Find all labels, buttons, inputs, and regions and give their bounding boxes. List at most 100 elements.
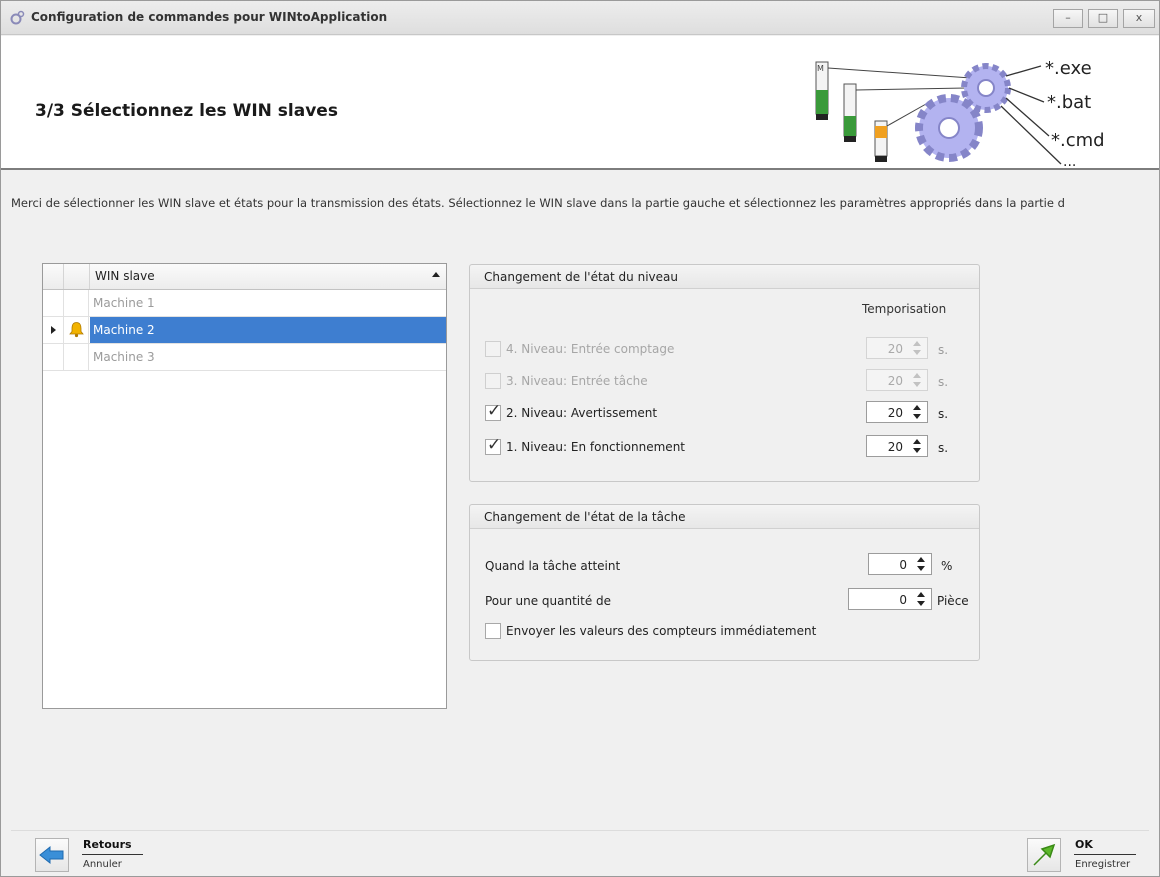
checkbox-box[interactable] bbox=[485, 373, 501, 389]
spin-up-icon[interactable] bbox=[913, 405, 921, 410]
spinner-value: 0 bbox=[899, 558, 907, 572]
option-label: 1. Niveau: En fonctionnement bbox=[506, 440, 686, 454]
spin-down-icon[interactable] bbox=[917, 566, 925, 571]
checkbox-box[interactable]: ✓ bbox=[485, 436, 501, 455]
spin-down-icon[interactable] bbox=[913, 448, 921, 453]
close-button[interactable]: x bbox=[1123, 9, 1155, 28]
signal-tower-icon bbox=[874, 120, 888, 162]
unit-label: s. bbox=[938, 343, 949, 357]
option-label: 4. Niveau: Entrée comptage bbox=[506, 342, 675, 356]
row-indicator-cell bbox=[43, 290, 64, 316]
unit-label: s. bbox=[938, 407, 949, 421]
spinner-buttons[interactable] bbox=[910, 404, 924, 421]
banner-ext-cmd: *.cmd bbox=[1051, 130, 1105, 151]
arrow-up-right-icon bbox=[1033, 843, 1056, 866]
checkbox-box[interactable] bbox=[485, 341, 501, 357]
row-label: Machine 1 bbox=[93, 296, 155, 310]
task-change-group: Changement de l'état de la tâche Quand l… bbox=[469, 504, 980, 661]
task-qty-spinner[interactable]: 0 bbox=[848, 588, 932, 610]
spinner-buttons[interactable] bbox=[910, 340, 924, 357]
ok-label[interactable]: OK bbox=[1075, 838, 1093, 851]
level-4-checkbox[interactable]: 4. Niveau: Entrée comptage bbox=[485, 339, 825, 359]
back-divider bbox=[82, 854, 143, 855]
level-1-tempo-spinner[interactable]: 20 bbox=[866, 435, 928, 457]
checkmark-icon: ✓ bbox=[487, 401, 502, 421]
cancel-label[interactable]: Annuler bbox=[83, 859, 122, 870]
group-title: Changement de l'état de la tâche bbox=[484, 510, 686, 524]
level-change-group: Changement de l'état du niveau Temporisa… bbox=[469, 264, 980, 482]
bell-icon bbox=[69, 322, 84, 338]
spinner-buttons[interactable] bbox=[914, 556, 928, 573]
spinner-value: 20 bbox=[887, 342, 903, 356]
level-3-tempo-spinner[interactable]: 20 bbox=[866, 369, 928, 391]
task-reach-spinner[interactable]: 0 bbox=[868, 553, 932, 575]
instructions-text: Merci de sélectionner les WIN slave et é… bbox=[11, 196, 1065, 210]
unit-label: s. bbox=[938, 441, 949, 455]
grid-row-machine-2[interactable]: Machine 2 bbox=[43, 317, 446, 344]
spin-down-icon[interactable] bbox=[917, 601, 925, 606]
window-title: Configuration de commandes pour WINtoApp… bbox=[31, 10, 388, 24]
arrow-left-icon bbox=[39, 845, 64, 865]
spin-down-icon[interactable] bbox=[913, 382, 921, 387]
spin-down-icon[interactable] bbox=[913, 350, 921, 355]
ok-button[interactable] bbox=[1027, 838, 1061, 872]
gear-app-icon bbox=[10, 10, 25, 25]
spinner-value: 20 bbox=[887, 374, 903, 388]
current-row-arrow-icon bbox=[51, 326, 56, 334]
level-1-checkbox[interactable]: ✓ 1. Niveau: En fonctionnement bbox=[485, 436, 825, 457]
grid-row-machine-3[interactable]: Machine 3 bbox=[43, 344, 446, 371]
checkbox-box[interactable]: ✓ bbox=[485, 401, 502, 421]
grid-row-machine-1[interactable]: Machine 1 bbox=[43, 290, 446, 317]
group-title: Changement de l'état du niveau bbox=[484, 270, 678, 284]
minimize-button[interactable]: – bbox=[1053, 9, 1083, 28]
back-button[interactable] bbox=[35, 838, 69, 872]
grid-header: WIN slave bbox=[43, 264, 446, 290]
task-qty-label: Pour une quantité de bbox=[485, 594, 612, 608]
spin-up-icon[interactable] bbox=[913, 341, 921, 346]
level-4-tempo-spinner[interactable]: 20 bbox=[866, 337, 928, 359]
banner-illustration: M *.exe *.bat *.cmd ... bbox=[815, 58, 1105, 170]
save-label[interactable]: Enregistrer bbox=[1075, 859, 1130, 870]
row-indicator-cell bbox=[43, 344, 64, 370]
spinner-buttons[interactable] bbox=[910, 438, 924, 455]
column-header-win-slave[interactable]: WIN slave bbox=[95, 269, 155, 283]
sort-ascending-icon[interactable] bbox=[432, 272, 440, 277]
grid-header-indicator bbox=[43, 264, 64, 289]
row-icon-cell bbox=[64, 290, 89, 316]
signal-tower-icon bbox=[843, 83, 857, 142]
win-slave-grid[interactable]: WIN slave Machine 1 Machine 2 Machine 3 bbox=[42, 263, 447, 709]
tempo-header: Temporisation bbox=[862, 302, 947, 316]
spinner-buttons[interactable] bbox=[914, 591, 928, 608]
level-3-checkbox[interactable]: 3. Niveau: Entrée tâche bbox=[485, 371, 825, 391]
page-title: 3/3 Sélectionnez les WIN slaves bbox=[35, 101, 338, 121]
group-header: Changement de l'état de la tâche bbox=[470, 505, 979, 529]
spinner-buttons[interactable] bbox=[910, 372, 924, 389]
send-counters-checkbox[interactable]: Envoyer les valeurs des compteurs immédi… bbox=[485, 621, 845, 641]
spin-down-icon[interactable] bbox=[913, 414, 921, 419]
level-2-checkbox[interactable]: ✓ 2. Niveau: Avertissement bbox=[485, 401, 825, 423]
footer-divider bbox=[11, 830, 1149, 831]
checkbox-box[interactable] bbox=[485, 623, 501, 639]
row-label: Machine 2 bbox=[93, 323, 155, 337]
level-2-tempo-spinner[interactable]: 20 bbox=[866, 401, 928, 423]
gear-icon bbox=[915, 94, 983, 162]
spinner-value: 20 bbox=[887, 440, 903, 454]
maximize-button[interactable]: □ bbox=[1088, 9, 1118, 28]
spin-up-icon[interactable] bbox=[913, 373, 921, 378]
signal-tower-icon: M bbox=[815, 61, 829, 120]
back-label[interactable]: Retours bbox=[83, 838, 132, 851]
ok-divider bbox=[1074, 854, 1136, 855]
option-label: 3. Niveau: Entrée tâche bbox=[506, 374, 648, 388]
spin-up-icon[interactable] bbox=[913, 439, 921, 444]
title-bar[interactable]: Configuration de commandes pour WINtoApp… bbox=[1, 1, 1159, 35]
row-icon-cell bbox=[64, 317, 89, 343]
option-label: Envoyer les valeurs des compteurs immédi… bbox=[506, 624, 817, 638]
spin-up-icon[interactable] bbox=[917, 592, 925, 597]
banner-ext-bat: *.bat bbox=[1047, 92, 1091, 113]
option-label: 2. Niveau: Avertissement bbox=[506, 406, 658, 420]
row-label: Machine 3 bbox=[93, 350, 155, 364]
app-window: Configuration de commandes pour WINtoApp… bbox=[0, 0, 1160, 877]
row-indicator-cell bbox=[43, 317, 64, 343]
row-icon-cell bbox=[64, 344, 89, 370]
spin-up-icon[interactable] bbox=[917, 557, 925, 562]
